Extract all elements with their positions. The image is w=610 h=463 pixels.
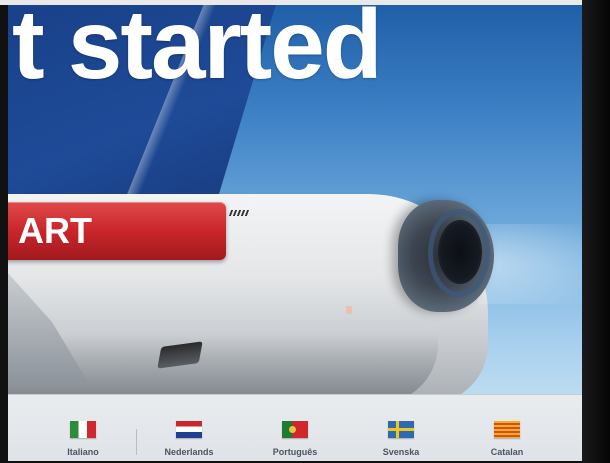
language-label: Português — [272, 447, 318, 457]
photo-frame: t started ART Italiano Nederlands Portug… — [0, 0, 610, 463]
language-label: Nederlands — [164, 447, 214, 457]
catalonia-flag-icon — [494, 421, 520, 438]
italy-flag-icon — [70, 421, 96, 438]
engine-intake — [438, 220, 482, 284]
start-button[interactable]: ART — [8, 202, 226, 260]
engine-exhaust-haze — [478, 224, 582, 304]
language-label: Italiano — [67, 447, 99, 457]
language-label: Svenska — [382, 447, 420, 457]
language-option-italiano[interactable]: Italiano — [30, 395, 136, 461]
headline-get-started: t started — [12, 4, 383, 99]
portugal-flag-icon — [282, 421, 308, 438]
sweden-flag-icon — [388, 421, 414, 438]
language-option-nederlands[interactable]: Nederlands — [136, 395, 242, 461]
netherlands-flag-icon — [176, 421, 202, 438]
monitor-top-bezel — [0, 0, 610, 5]
language-divider — [136, 429, 137, 455]
kiosk-screen: t started ART — [8, 4, 582, 460]
language-option-portugues[interactable]: Português — [242, 395, 348, 461]
fuselage-light — [346, 306, 352, 314]
language-label: Catalan — [490, 447, 524, 457]
fuselage-windows — [228, 210, 250, 216]
language-selector-bar: Italiano Nederlands Português Svenska Ca… — [8, 394, 582, 461]
language-option-svenska[interactable]: Svenska — [348, 395, 454, 461]
monitor-right-bezel — [582, 0, 610, 463]
language-option-catalan[interactable]: Catalan — [454, 395, 560, 461]
